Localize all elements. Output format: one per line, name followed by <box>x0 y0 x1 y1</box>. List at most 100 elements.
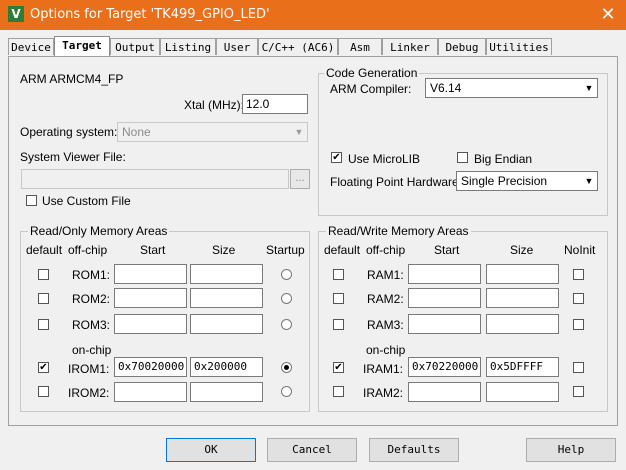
iram2-start-input[interactable] <box>408 382 481 402</box>
rom-header-startup: Startup <box>266 243 305 257</box>
ram-title: Read/Write Memory Areas <box>326 224 471 238</box>
rom1-label: ROM1: <box>72 268 111 282</box>
ram-header-noinit: NoInit <box>564 243 596 257</box>
rom-onchip-label: on-chip <box>72 343 112 357</box>
ram2-label: RAM2: <box>367 292 404 306</box>
use-custom-file-label: Use Custom File <box>42 194 131 208</box>
irom1-startup-radio[interactable] <box>281 362 292 373</box>
tab-target[interactable]: Target <box>54 36 110 56</box>
irom1-size-input[interactable]: 0x200000 <box>190 357 263 377</box>
rom1-startup-radio[interactable] <box>281 269 292 280</box>
keil-logo-icon: V <box>8 6 24 22</box>
ram2-size-input[interactable] <box>486 288 559 308</box>
ram1-default-checkbox[interactable] <box>333 269 344 280</box>
use-custom-file-checkbox[interactable] <box>26 195 37 206</box>
xtal-label: Xtal (MHz): <box>184 98 244 112</box>
xtal-input[interactable]: 12.0 <box>242 94 308 114</box>
ram1-size-input[interactable] <box>486 264 559 284</box>
rom1-start-input[interactable] <box>114 264 187 284</box>
iram1-label: IRAM1: <box>363 362 404 376</box>
ram3-size-input[interactable] <box>486 314 559 334</box>
check-icon: ✔ <box>332 152 341 163</box>
microlib-checkbox[interactable]: ✔ <box>331 152 342 163</box>
irom2-startup-radio[interactable] <box>281 386 292 397</box>
compiler-select[interactable]: V6.14 ▼ <box>425 78 598 98</box>
rom2-label: ROM2: <box>72 292 111 306</box>
iram1-size-input[interactable]: 0x5DFFFF <box>486 357 559 377</box>
compiler-value: V6.14 <box>430 81 462 95</box>
help-button[interactable]: Help <box>526 438 616 462</box>
ram1-noinit-checkbox[interactable] <box>573 269 584 280</box>
iram1-default-checkbox[interactable]: ✔ <box>333 362 344 373</box>
iram1-start-input[interactable]: 0x70220000 <box>408 357 481 377</box>
chevron-down-icon: ▼ <box>294 127 304 137</box>
rom2-start-input[interactable] <box>114 288 187 308</box>
tab-output[interactable]: Output <box>110 38 160 55</box>
tab-debug[interactable]: Debug <box>438 38 486 55</box>
tab-device[interactable]: Device <box>8 38 54 55</box>
close-icon[interactable]: ✕ <box>590 0 626 30</box>
ram-header-size: Size <box>510 243 534 257</box>
rom3-label: ROM3: <box>72 318 111 332</box>
chevron-down-icon: ▼ <box>584 176 594 186</box>
big-endian-checkbox[interactable] <box>457 152 468 163</box>
tab-user[interactable]: User <box>216 38 258 55</box>
browse-button[interactable]: ... <box>290 169 310 189</box>
fph-select[interactable]: Single Precision ▼ <box>456 171 598 191</box>
ram-header-default: default <box>324 243 361 257</box>
rom1-default-checkbox[interactable] <box>38 269 49 280</box>
window-title: Options for Target 'TK499_GPIO_LED' <box>30 7 270 22</box>
rom3-start-input[interactable] <box>114 314 187 334</box>
rom3-default-checkbox[interactable] <box>38 319 49 330</box>
iram2-noinit-checkbox[interactable] <box>573 386 584 397</box>
irom2-start-input[interactable] <box>114 382 187 402</box>
irom2-size-input[interactable] <box>190 382 263 402</box>
rom2-startup-radio[interactable] <box>281 293 292 304</box>
microlib-label: Use MicroLIB <box>348 152 421 166</box>
ram2-noinit-checkbox[interactable] <box>573 293 584 304</box>
device-name: ARM ARMCM4_FP <box>20 72 124 86</box>
rom-header-offchip: off-chip <box>68 243 108 257</box>
ok-button[interactable]: OK <box>166 438 256 462</box>
os-value: None <box>122 125 151 139</box>
ram1-start-input[interactable] <box>408 264 481 284</box>
irom1-start-input[interactable]: 0x70020000 <box>114 357 187 377</box>
rom3-startup-radio[interactable] <box>281 319 292 330</box>
rom1-size-input[interactable] <box>190 264 263 284</box>
tab-utilities[interactable]: Utilities <box>486 38 552 55</box>
tab-listing[interactable]: Listing <box>160 38 216 55</box>
rom2-default-checkbox[interactable] <box>38 293 49 304</box>
ram3-noinit-checkbox[interactable] <box>573 319 584 330</box>
ram1-label: RAM1: <box>367 268 404 282</box>
ram-onchip-label: on-chip <box>366 343 406 357</box>
iram2-label: IRAM2: <box>363 386 404 400</box>
ram2-default-checkbox[interactable] <box>333 293 344 304</box>
ram2-start-input[interactable] <box>408 288 481 308</box>
svf-input[interactable] <box>21 169 289 189</box>
ram-header-start: Start <box>434 243 460 257</box>
iram2-size-input[interactable] <box>486 382 559 402</box>
rom-header-default: default <box>26 243 63 257</box>
tab-cpp[interactable]: C/C++ (AC6) <box>258 38 338 55</box>
ram3-start-input[interactable] <box>408 314 481 334</box>
cancel-button[interactable]: Cancel <box>267 438 357 462</box>
os-select[interactable]: None ▼ <box>117 122 308 142</box>
irom2-label: IROM2: <box>68 386 110 400</box>
irom2-default-checkbox[interactable] <box>38 386 49 397</box>
big-endian-label: Big Endian <box>474 152 533 166</box>
iram2-default-checkbox[interactable] <box>333 386 344 397</box>
ram3-default-checkbox[interactable] <box>333 319 344 330</box>
rom2-size-input[interactable] <box>190 288 263 308</box>
tab-asm[interactable]: Asm <box>338 38 382 55</box>
defaults-button[interactable]: Defaults <box>369 438 459 462</box>
iram1-noinit-checkbox[interactable] <box>573 362 584 373</box>
code-generation-title: Code Generation <box>324 66 420 80</box>
tab-linker[interactable]: Linker <box>382 38 438 55</box>
rom3-size-input[interactable] <box>190 314 263 334</box>
rom-header-size: Size <box>212 243 236 257</box>
fph-value: Single Precision <box>461 174 548 188</box>
irom1-label: IROM1: <box>68 362 110 376</box>
check-icon: ✔ <box>39 362 48 373</box>
rom-title: Read/Only Memory Areas <box>28 224 170 238</box>
irom1-default-checkbox[interactable]: ✔ <box>38 362 49 373</box>
